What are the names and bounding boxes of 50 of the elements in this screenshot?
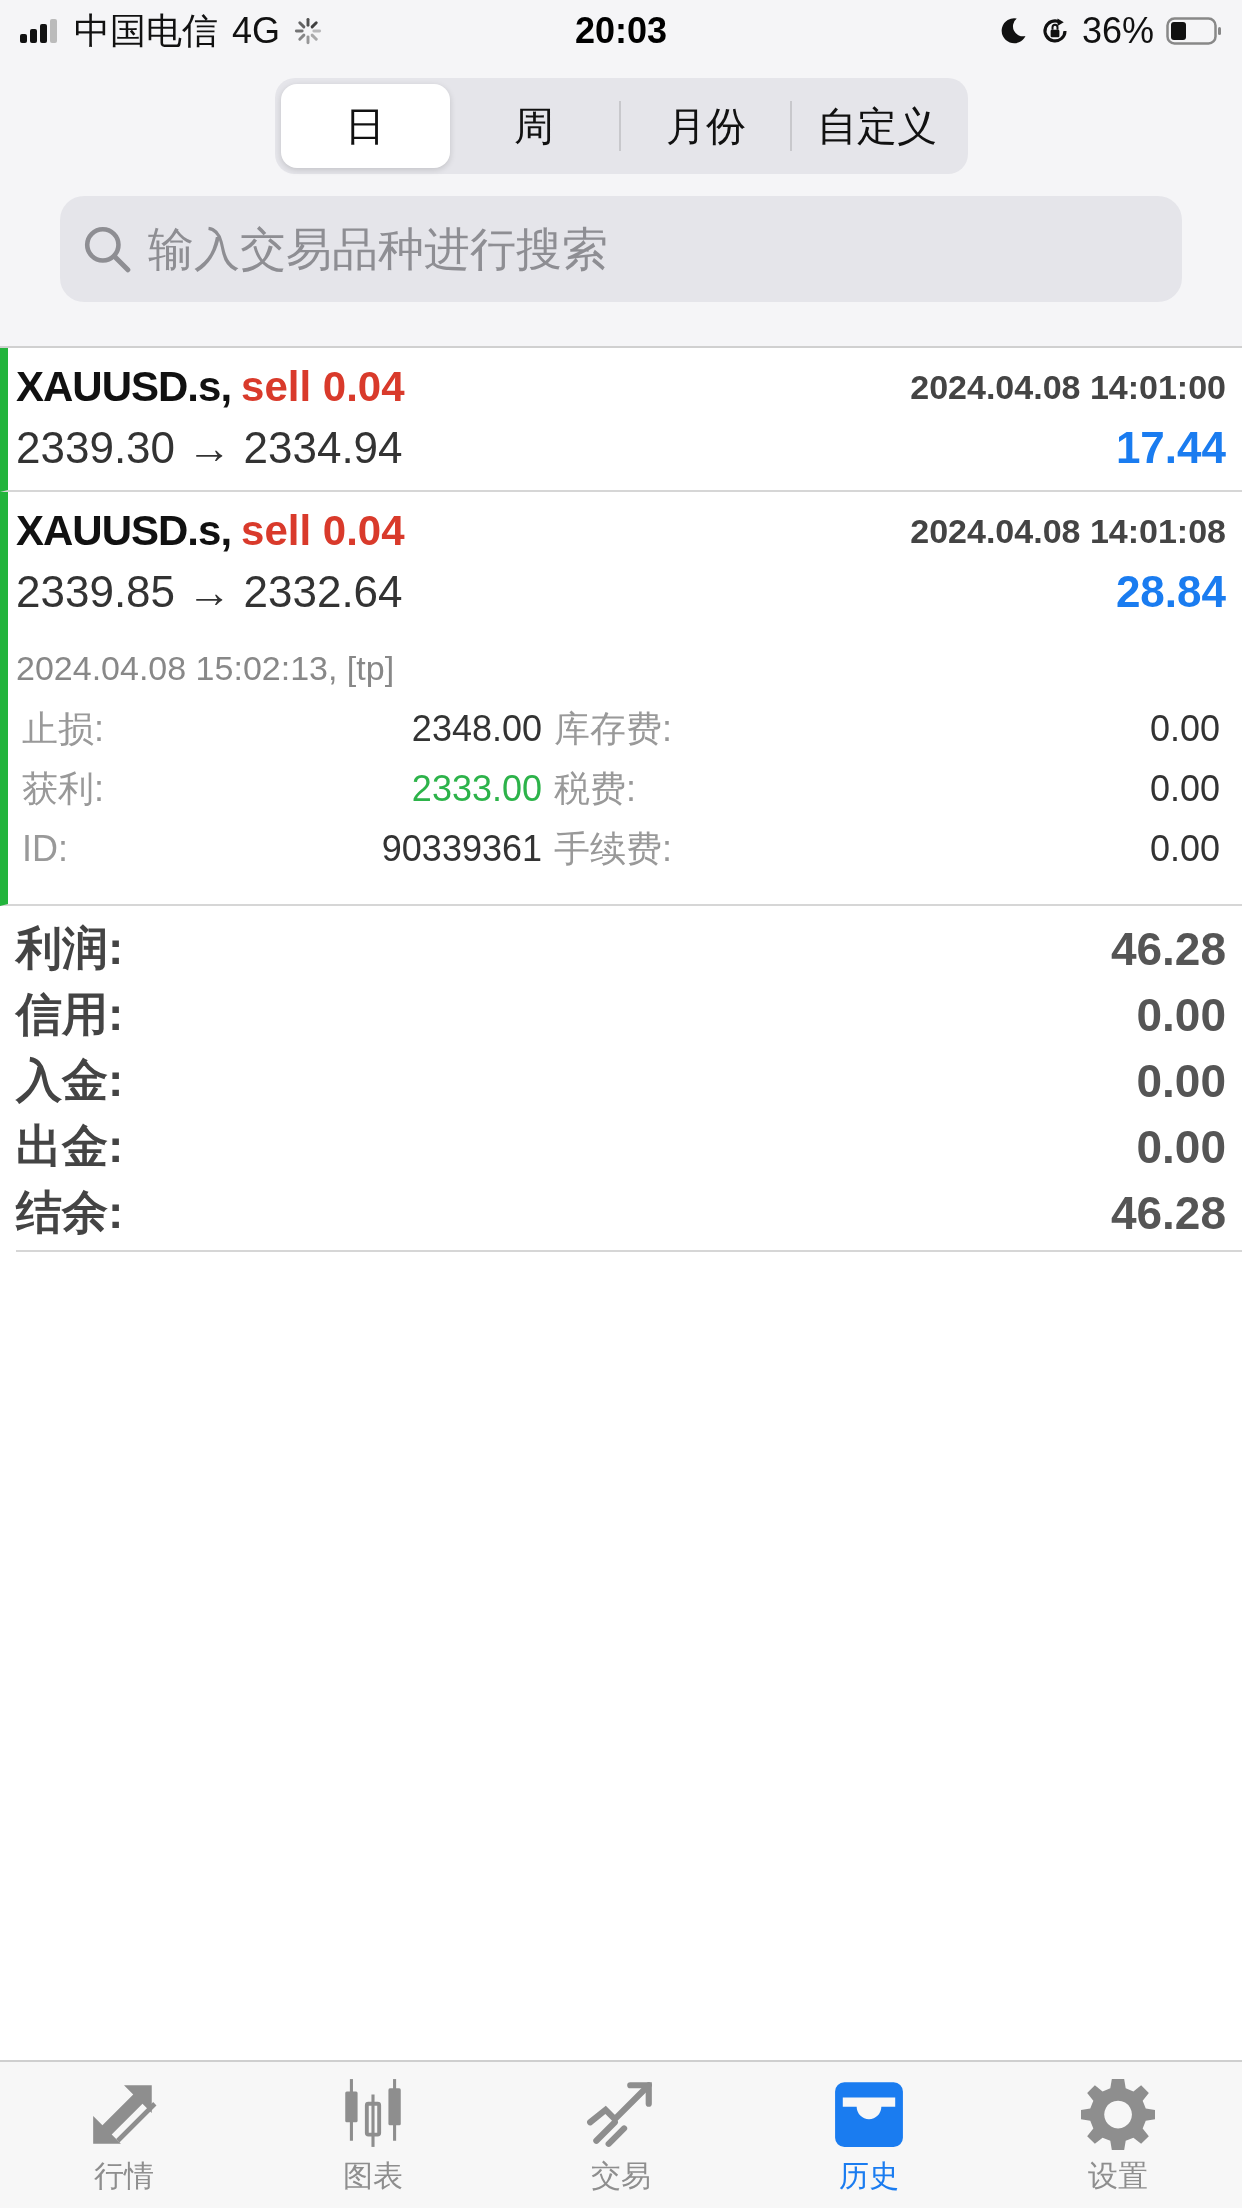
open-time: 2024.04.08 14:01:08 <box>910 511 1226 551</box>
detail-label: 库存费: <box>553 707 673 751</box>
tab-bar-item[interactable]: 历史 <box>745 2062 994 2208</box>
deal-row[interactable]: XAUUSD.s, sell 0.04 2024.04.08 14:01:08 2339.85 → 2332.64 28.84 2024.04.08 15:02:13, [tp] 止损: 2348.00 库存费: 0.00 获利: 2333.00 税费: 0.00 ID: 90339361 手续费: 0.00 <box>0 492 1242 906</box>
battery-percent: 36% <box>1081 10 1154 52</box>
detail-label: ID: <box>21 827 69 871</box>
deal-row[interactable]: XAUUSD.s, sell 0.04 2024.04.08 14:01:00 2339.30 → 2334.94 17.44 <box>0 348 1242 492</box>
period-tab[interactable]: 自定义 <box>792 84 962 168</box>
summary-label: 利润: <box>16 921 124 976</box>
price-range: 2339.30 → 2334.94 <box>16 423 403 473</box>
detail-label: 手续费: <box>553 827 673 871</box>
profit-value: 17.44 <box>1115 423 1226 473</box>
signal-icon <box>20 19 60 43</box>
summary-label: 入金: <box>16 1053 124 1108</box>
loading-icon <box>294 17 323 45</box>
detail-label: 止损: <box>21 707 105 751</box>
carrier-name: 中国电信 <box>74 8 218 53</box>
summary-value: 46.28 <box>1110 922 1226 976</box>
order-type: sell 0.04 <box>241 507 405 554</box>
detail-value: 0.00 <box>1148 827 1221 871</box>
battery-icon <box>1166 17 1222 45</box>
detail-value: 2348.00 <box>410 707 543 751</box>
profit-value: 28.84 <box>1115 567 1226 617</box>
summary-value: 46.28 <box>1110 1186 1226 1240</box>
close-time: 2024.04.08 15:02:13, [tp] <box>16 648 396 689</box>
detail-value: 0.00 <box>1148 767 1221 811</box>
detail-label: 税费: <box>553 767 637 811</box>
summary-label: 结余: <box>16 1185 124 1240</box>
summary-label: 出金: <box>16 1119 124 1174</box>
clock-time: 20:03 <box>573 10 669 52</box>
detail-value: 2333.00 <box>410 767 543 811</box>
open-time: 2024.04.08 14:01:00 <box>910 367 1226 407</box>
summary-value: 0.00 <box>1136 988 1226 1042</box>
search-icon <box>82 224 132 274</box>
period-tab[interactable]: 日 <box>280 84 450 168</box>
symbol-name: XAUUSD.s, <box>16 507 232 554</box>
symbol-name: XAUUSD.s, <box>16 363 232 410</box>
order-type: sell 0.04 <box>241 363 405 410</box>
network-type: 4G <box>232 10 281 52</box>
detail-value: 90339361 <box>380 827 543 871</box>
summary-value: 0.00 <box>1136 1054 1226 1108</box>
summary-label: 信用: <box>16 987 124 1042</box>
detail-value: 0.00 <box>1148 707 1221 751</box>
settings-icon <box>1080 2076 1155 2150</box>
search-field[interactable]: 输入交易品种进行搜索 <box>60 196 1182 302</box>
period-tab[interactable]: 周 <box>449 84 619 168</box>
price-range: 2339.85 → 2332.64 <box>16 567 403 617</box>
detail-label: 获利: <box>21 767 105 811</box>
summary-value: 0.00 <box>1136 1120 1226 1174</box>
period-tab[interactable]: 月份 <box>621 84 791 168</box>
